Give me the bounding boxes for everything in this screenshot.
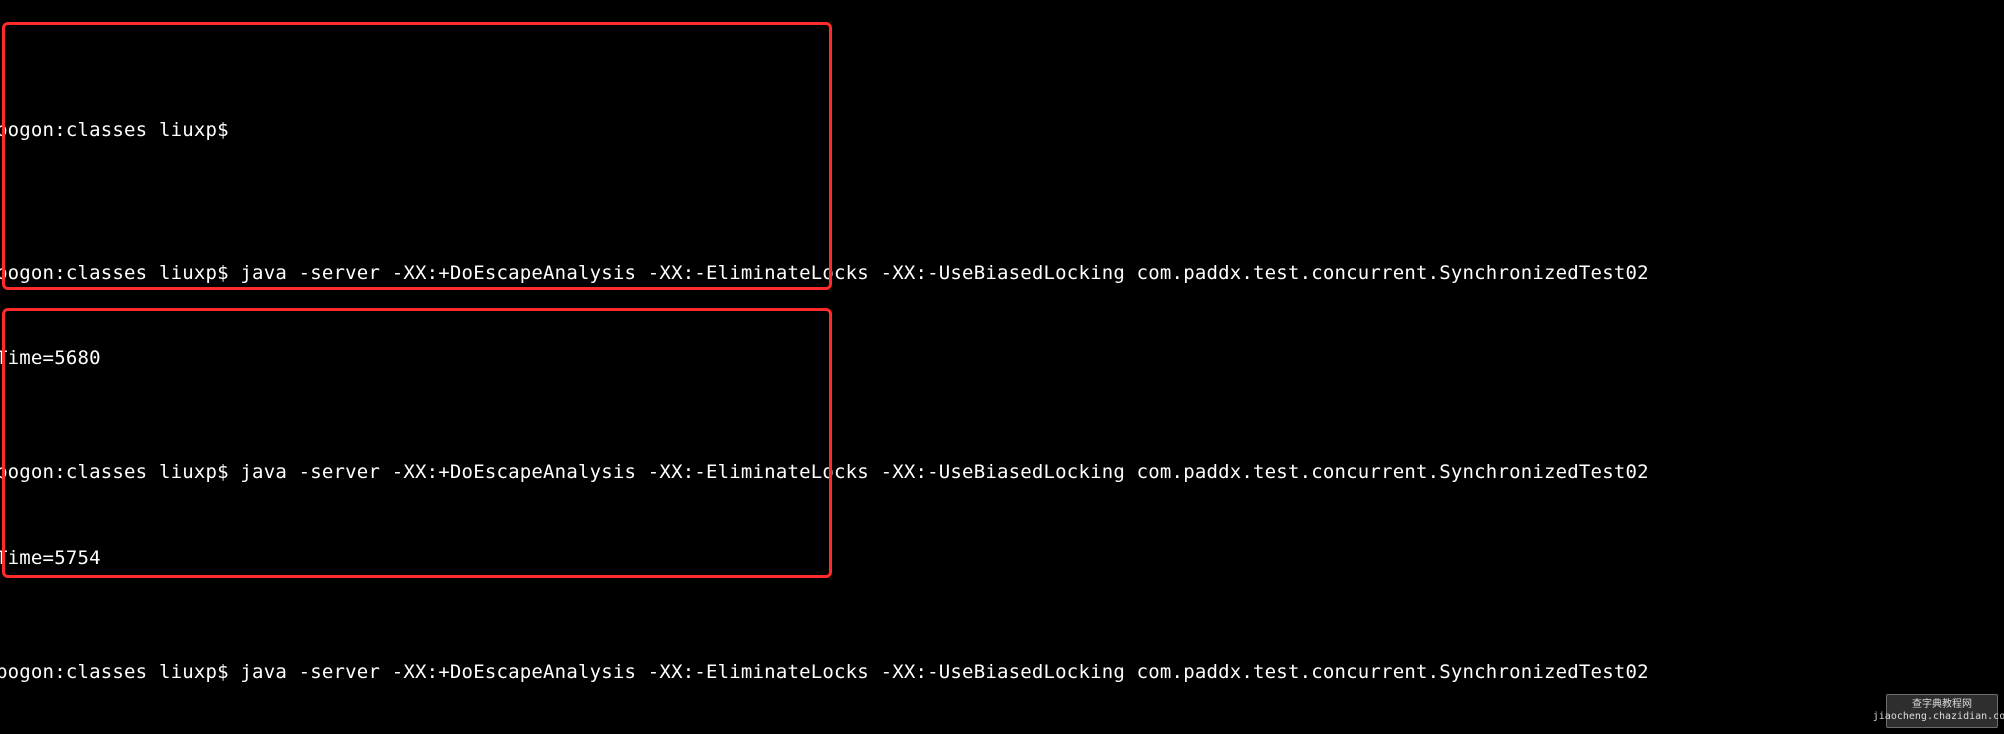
cmd-prefix: java -server -XX:+DoEscapeAnalysis	[240, 461, 647, 483]
highlight-box-top	[2, 22, 832, 290]
source-watermark: 查字典教程网 jiaocheng.chazidian.com	[1886, 694, 1998, 728]
time-output: Time=5680	[0, 347, 101, 369]
terminal-window[interactable]: bogon:classes liuxp$ bogon:classes liuxp…	[0, 0, 2004, 734]
command-line: bogon:classes liuxp$ java -server -XX:+D…	[0, 259, 2004, 288]
prompt-line: bogon:classes liuxp$	[0, 116, 2004, 145]
command-line: bogon:classes liuxp$ java -server -XX:+D…	[0, 658, 2004, 687]
cmd-suffix: -XX:-UseBiasedLocking com.paddx.test.con…	[869, 461, 1649, 483]
shell-prompt: bogon:classes liuxp$	[0, 461, 229, 483]
shell-prompt: bogon:classes liuxp$	[0, 119, 229, 141]
cmd-prefix: java -server -XX:+DoEscapeAnalysis	[240, 661, 647, 683]
output-line: Time=5754	[0, 544, 2004, 573]
cmd-suffix: -XX:-UseBiasedLocking com.paddx.test.con…	[869, 661, 1649, 683]
watermark-text: 查字典教程网 jiaocheng.chazidian.com	[1873, 699, 2004, 723]
cmd-prefix: java -server -XX:+DoEscapeAnalysis	[240, 262, 647, 284]
shell-prompt: bogon:classes liuxp$	[0, 661, 229, 683]
time-output: Time=5754	[0, 547, 101, 569]
eliminate-locks-flag: -XX:-EliminateLocks	[648, 661, 869, 683]
eliminate-locks-flag: -XX:-EliminateLocks	[648, 262, 869, 284]
command-line: bogon:classes liuxp$ java -server -XX:+D…	[0, 458, 2004, 487]
eliminate-locks-flag: -XX:-EliminateLocks	[648, 461, 869, 483]
cmd-suffix: -XX:-UseBiasedLocking com.paddx.test.con…	[869, 262, 1649, 284]
shell-prompt: bogon:classes liuxp$	[0, 262, 229, 284]
output-line: Time=5680	[0, 344, 2004, 373]
